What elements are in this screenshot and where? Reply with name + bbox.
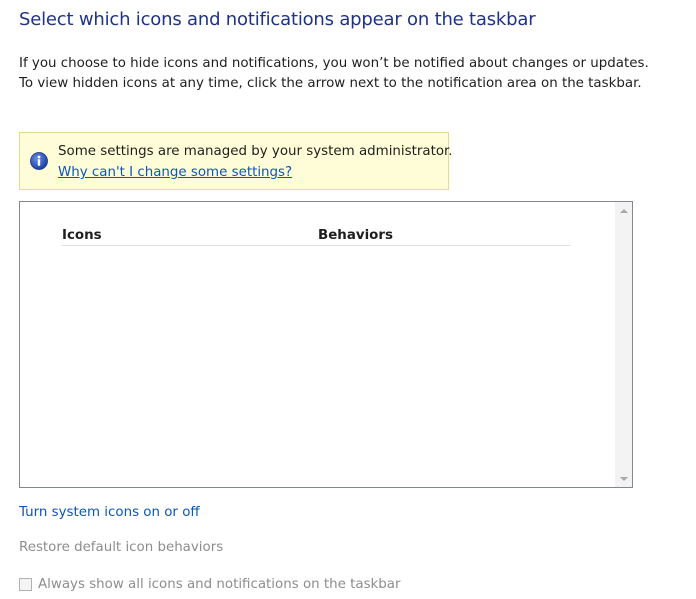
chevron-down-icon <box>619 476 628 481</box>
always-show-all-icons-label: Always show all icons and notifications … <box>38 576 401 592</box>
column-header-icons: Icons <box>62 228 102 243</box>
why-cant-change-settings-link[interactable]: Why can't I change some settings? <box>58 165 292 180</box>
column-header-divider <box>61 245 571 246</box>
notification-area-icons-page: Select which icons and notifications app… <box>0 0 696 599</box>
vertical-scrollbar[interactable] <box>615 202 632 487</box>
page-title: Select which icons and notifications app… <box>19 9 536 30</box>
icons-behaviors-list[interactable]: Icons Behaviors <box>19 201 633 488</box>
turn-system-icons-link[interactable]: Turn system icons on or off <box>19 505 200 520</box>
page-description: If you choose to hide icons and notifica… <box>19 56 649 91</box>
chevron-up-icon <box>619 208 628 213</box>
scroll-up-button[interactable] <box>615 202 632 219</box>
scroll-down-button[interactable] <box>615 470 632 487</box>
always-show-all-icons-checkbox[interactable] <box>19 578 32 591</box>
column-header-behaviors: Behaviors <box>318 228 393 243</box>
admin-info-message: Some settings are managed by your system… <box>58 144 453 159</box>
info-icon <box>30 152 48 170</box>
always-show-all-icons-option: Always show all icons and notifications … <box>19 575 401 593</box>
admin-info-banner: Some settings are managed by your system… <box>19 132 453 190</box>
restore-default-behaviors-link: Restore default icon behaviors <box>19 540 224 555</box>
